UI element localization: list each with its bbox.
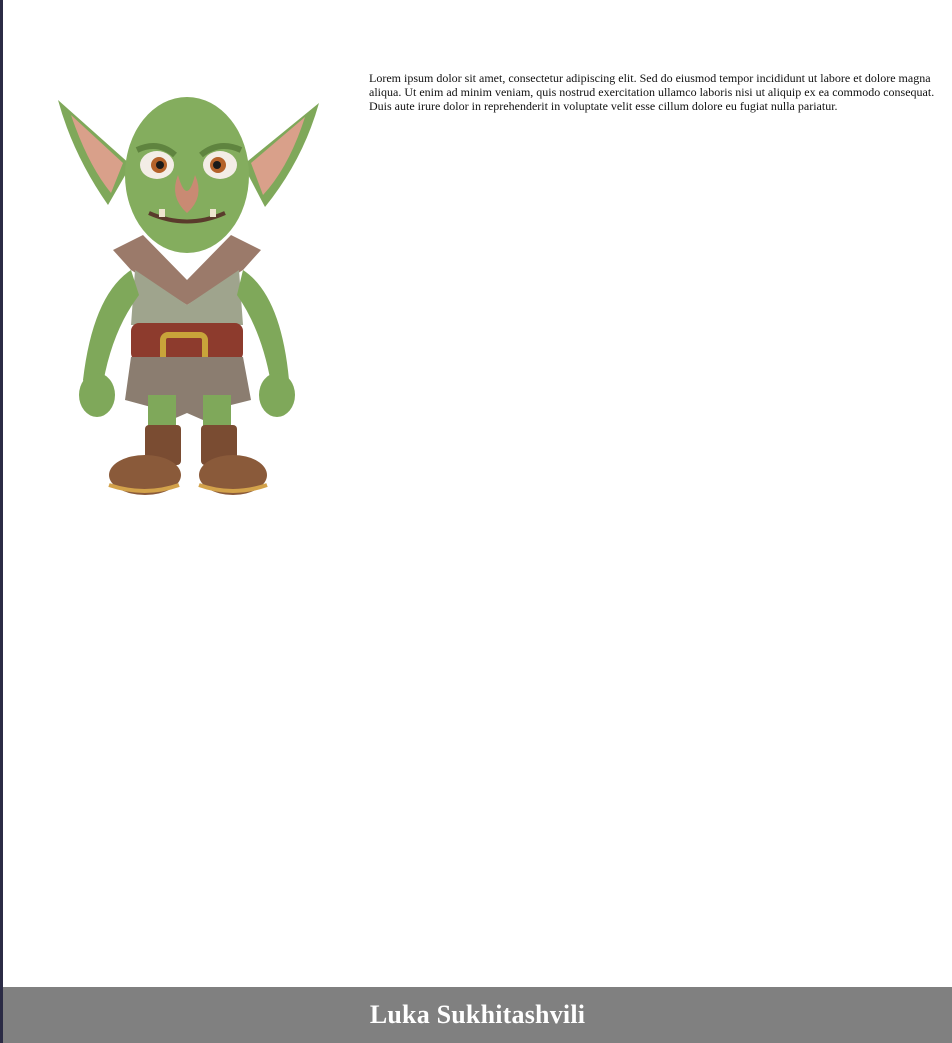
lorem-paragraph: Lorem ipsum dolor sit amet, consectetur … [369, 71, 935, 113]
footer-title: Luka Sukhitashvili [369, 1000, 586, 1029]
footer: Luka Sukhitashvili [3, 987, 952, 1043]
page: Lorem ipsum dolor sit amet, consectetur … [0, 0, 952, 1043]
goblin-image [53, 95, 323, 500]
goblin-icon [58, 97, 319, 495]
